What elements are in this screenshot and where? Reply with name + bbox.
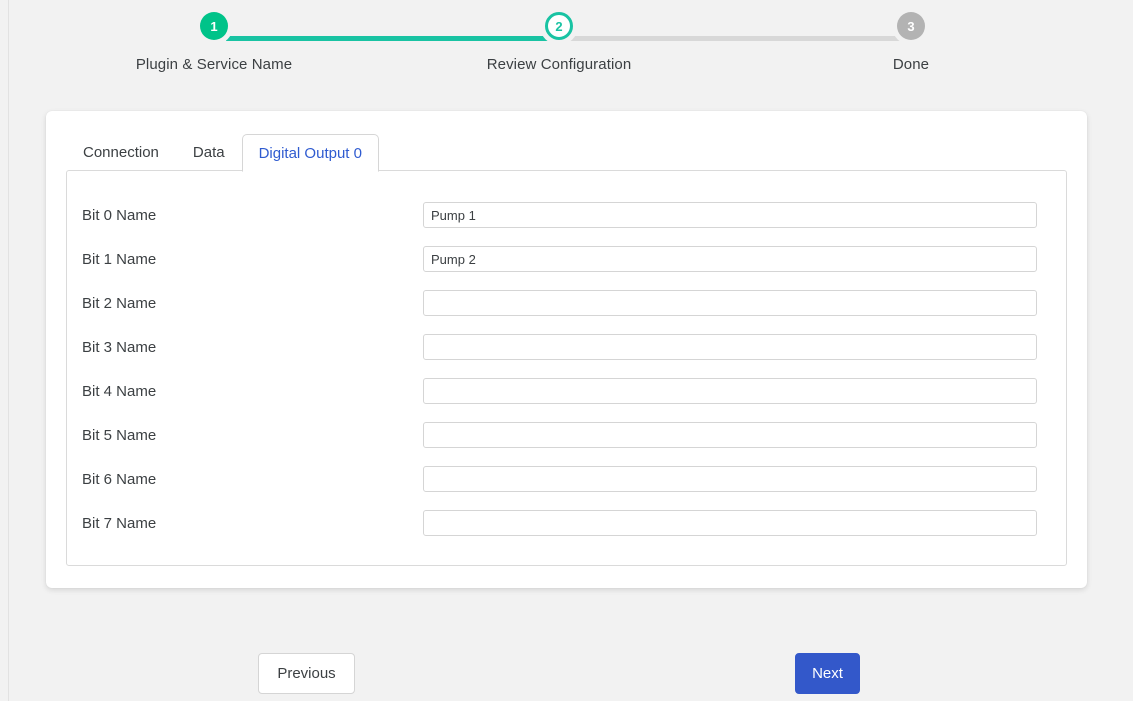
bit-5-name-label: Bit 5 Name xyxy=(82,427,423,444)
tab-bar: Connection Data Digital Output 0 xyxy=(66,134,379,171)
wizard-footer: Previous Next xyxy=(0,653,1133,701)
form-row: Bit 4 Name xyxy=(67,369,1066,413)
tab-connection[interactable]: Connection xyxy=(66,133,176,171)
step-3-label: Done xyxy=(831,56,991,73)
wizard-stepper: 1 Plugin & Service Name 2 Review Configu… xyxy=(0,0,1133,95)
tab-data[interactable]: Data xyxy=(176,133,242,171)
step-1-bubble[interactable]: 1 xyxy=(200,12,228,40)
form-row: Bit 2 Name xyxy=(67,281,1066,325)
bit-5-name-input[interactable] xyxy=(423,422,1037,448)
form-row: Bit 5 Name xyxy=(67,413,1066,457)
step-2-bubble[interactable]: 2 xyxy=(545,12,573,40)
form-row: Bit 0 Name xyxy=(67,193,1066,237)
step-1-label: Plugin & Service Name xyxy=(134,56,294,73)
stepper-step-1[interactable]: 1 Plugin & Service Name xyxy=(134,0,294,73)
step-3-bubble[interactable]: 3 xyxy=(897,12,925,40)
tab-digital-output-0[interactable]: Digital Output 0 xyxy=(242,134,379,172)
bit-1-name-label: Bit 1 Name xyxy=(82,251,423,268)
form-row: Bit 6 Name xyxy=(67,457,1066,501)
wizard-page: 1 Plugin & Service Name 2 Review Configu… xyxy=(0,0,1133,701)
bit-2-name-label: Bit 2 Name xyxy=(82,295,423,312)
bit-4-name-label: Bit 4 Name xyxy=(82,383,423,400)
configuration-card: Connection Data Digital Output 0 Bit 0 N… xyxy=(46,111,1087,588)
stepper-step-2[interactable]: 2 Review Configuration xyxy=(479,0,639,73)
step-1-bubble-wrap: 1 xyxy=(134,0,294,52)
step-2-label: Review Configuration xyxy=(479,56,639,73)
left-rail-divider xyxy=(0,0,9,701)
bit-6-name-input[interactable] xyxy=(423,466,1037,492)
step-2-bubble-wrap: 2 xyxy=(479,0,639,52)
step-2-number: 2 xyxy=(555,19,562,34)
bit-4-name-input[interactable] xyxy=(423,378,1037,404)
step-3-number: 3 xyxy=(907,19,914,34)
bit-6-name-label: Bit 6 Name xyxy=(82,471,423,488)
form-row: Bit 3 Name xyxy=(67,325,1066,369)
step-1-number: 1 xyxy=(210,19,217,34)
form-row: Bit 1 Name xyxy=(67,237,1066,281)
bit-names-form: Bit 0 Name Bit 1 Name Bit 2 Name Bit 3 N… xyxy=(67,171,1066,545)
next-button[interactable]: Next xyxy=(795,653,860,694)
previous-button[interactable]: Previous xyxy=(258,653,355,694)
bit-0-name-input[interactable] xyxy=(423,202,1037,228)
bit-3-name-input[interactable] xyxy=(423,334,1037,360)
bit-1-name-input[interactable] xyxy=(423,246,1037,272)
tab-panel-digital-output-0: Bit 0 Name Bit 1 Name Bit 2 Name Bit 3 N… xyxy=(66,170,1067,566)
bit-7-name-label: Bit 7 Name xyxy=(82,515,423,532)
bit-3-name-label: Bit 3 Name xyxy=(82,339,423,356)
form-row: Bit 7 Name xyxy=(67,501,1066,545)
bit-2-name-input[interactable] xyxy=(423,290,1037,316)
stepper-step-3[interactable]: 3 Done xyxy=(831,0,991,73)
bit-0-name-label: Bit 0 Name xyxy=(82,207,423,224)
bit-7-name-input[interactable] xyxy=(423,510,1037,536)
step-3-bubble-wrap: 3 xyxy=(831,0,991,52)
